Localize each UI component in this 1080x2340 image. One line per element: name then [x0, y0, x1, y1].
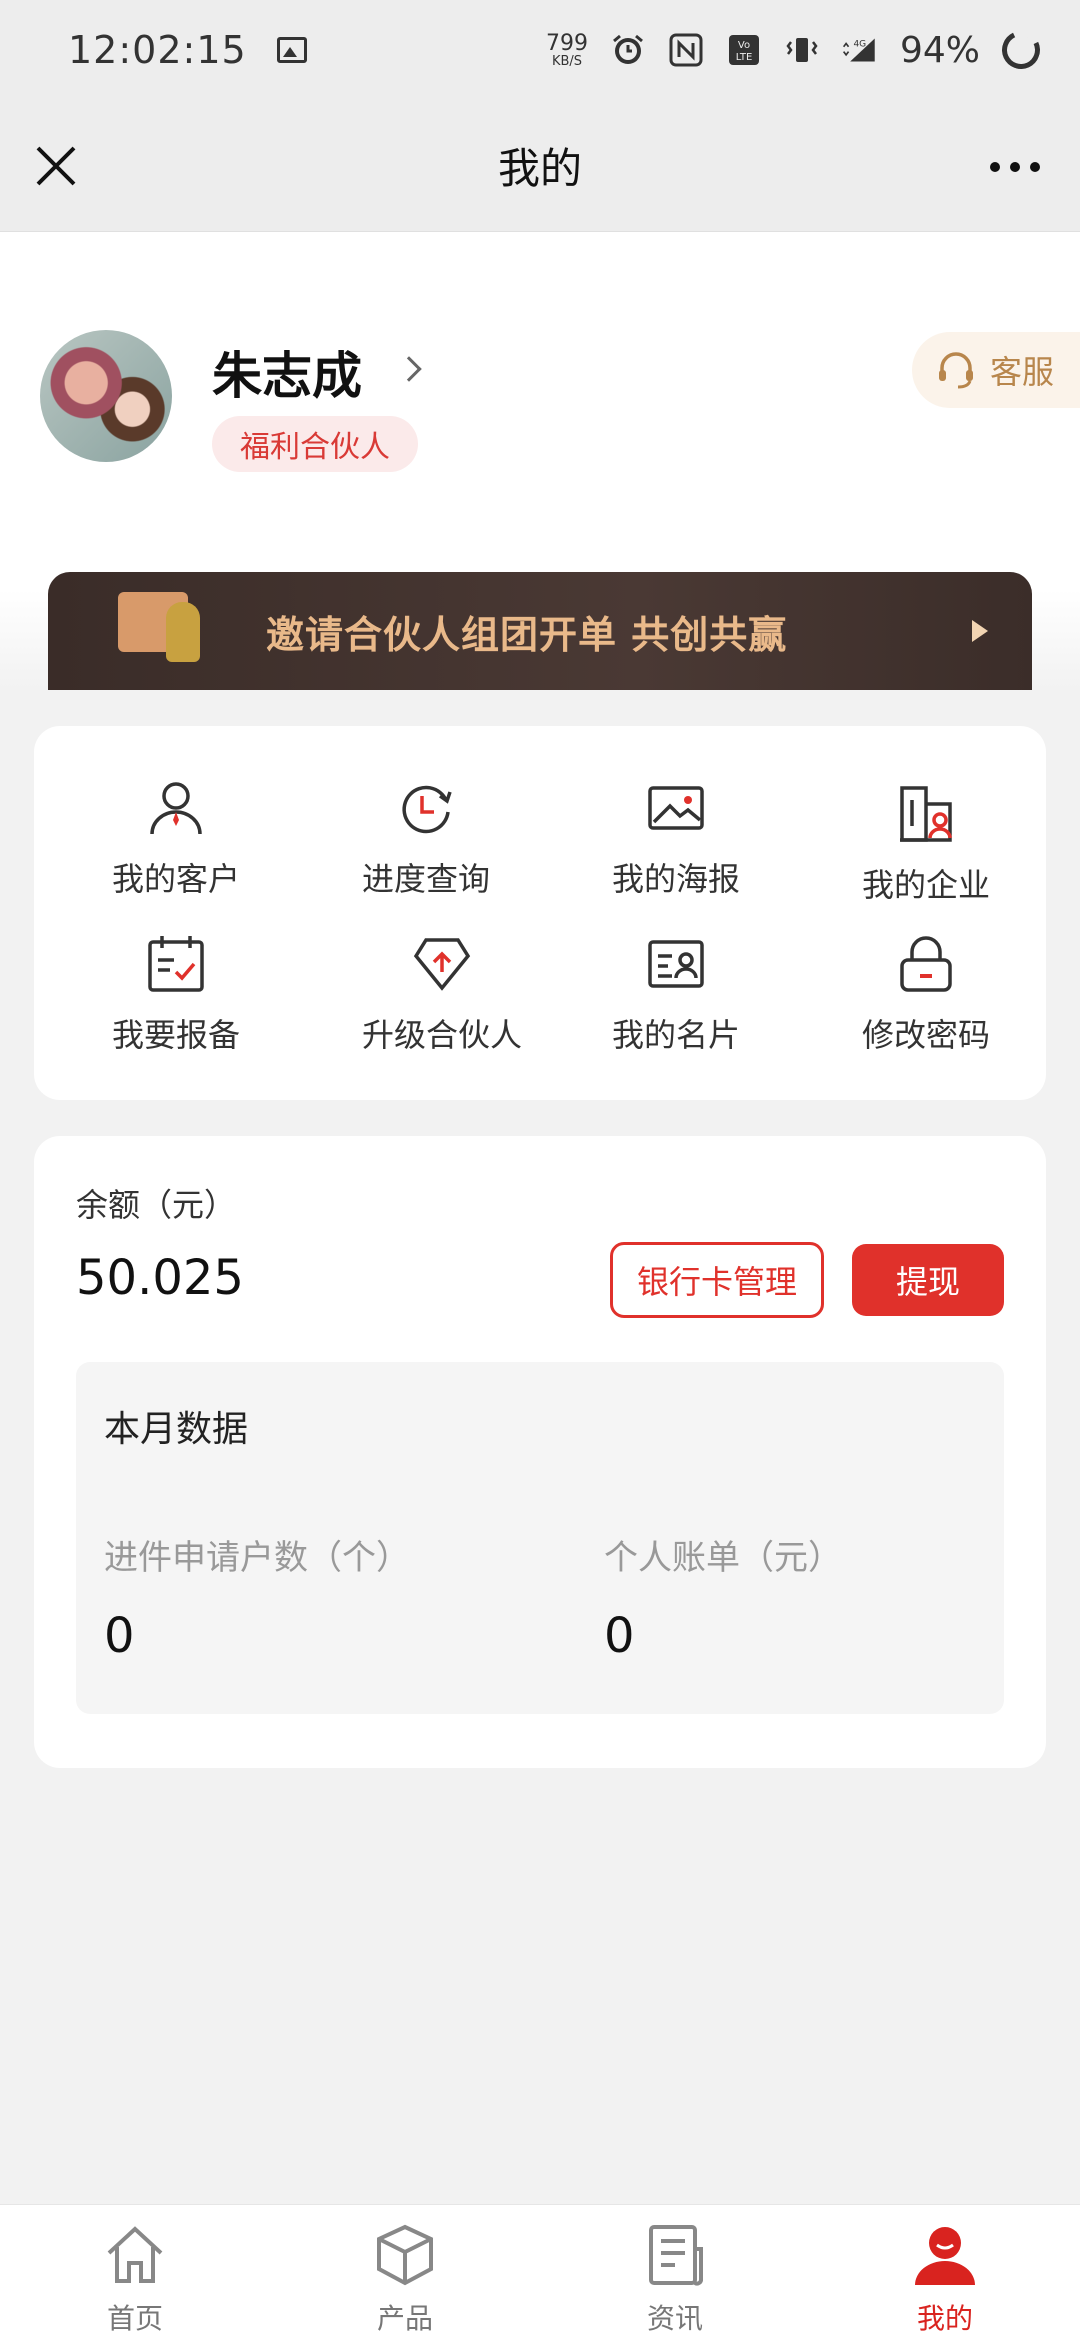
- monthly-data-title: 本月数据: [104, 1409, 249, 1450]
- nav-bar: 我的: [0, 100, 1080, 232]
- menu-item-progress-query[interactable]: 进度查询: [306, 776, 546, 900]
- banner-illustration: [106, 572, 236, 690]
- customer-icon: [150, 782, 202, 835]
- tab-products[interactable]: 产品: [270, 2205, 540, 2340]
- menu-label: 我的海报: [611, 860, 740, 898]
- avatar[interactable]: [40, 330, 172, 462]
- balance-amount: 50.025: [76, 1250, 244, 1306]
- home-icon: [107, 2226, 163, 2283]
- close-icon[interactable]: [34, 144, 78, 188]
- upgrade-icon: [413, 938, 471, 991]
- vibrate-icon: [784, 32, 820, 68]
- nfc-icon: [668, 32, 704, 68]
- banner-text: 邀请合伙人组团开单 共创共赢: [266, 612, 788, 657]
- status-indicators: 799 KB/S Vo LTE 4G 94%: [545, 25, 1046, 75]
- invite-partner-banner[interactable]: 邀请合伙人组团开单 共创共赢: [48, 572, 1032, 690]
- bottom-tab-bar: 首页 产品 资讯 我的: [0, 2204, 1080, 2340]
- menu-item-my-enterprise[interactable]: 我的企业: [806, 776, 1046, 906]
- chevron-right-icon[interactable]: [396, 356, 422, 382]
- business-card-icon: [648, 940, 704, 988]
- signal-icon: 4G: [842, 32, 878, 68]
- tab-label: 首页: [106, 2302, 163, 2335]
- monthly-data-panel: 本月数据 进件申请户数（个） 0 个人账单（元） 0: [76, 1362, 1004, 1714]
- menu-label: 我要报备: [111, 1016, 240, 1054]
- clock-icon: [402, 785, 452, 834]
- menu-label: 进度查询: [361, 860, 490, 898]
- tab-label: 资讯: [646, 2302, 703, 2335]
- more-icon[interactable]: [990, 162, 1040, 172]
- svg-text:LTE: LTE: [736, 52, 753, 63]
- tab-label: 我的: [916, 2302, 973, 2335]
- role-badge: 福利合伙人: [212, 416, 418, 472]
- network-type: 4G: [853, 40, 866, 50]
- feature-menu-card: 我的客户 进度查询 我的海报 我的企业 我要报备 升级合伙人 我的名片 修改密码: [34, 726, 1046, 1100]
- customer-service-button[interactable]: 客服: [912, 332, 1080, 408]
- volte-icon: Vo LTE: [726, 32, 762, 68]
- menu-label: 修改密码: [861, 1016, 990, 1054]
- user-name[interactable]: 朱志成: [212, 336, 362, 408]
- enterprise-icon: [900, 786, 952, 842]
- menu-item-change-password[interactable]: 修改密码: [806, 932, 1046, 1056]
- menu-item-my-customers[interactable]: 我的客户: [56, 776, 296, 900]
- status-bar: 12:02:15 799 KB/S Vo LTE 4G 94%: [0, 0, 1080, 100]
- menu-item-business-card[interactable]: 我的名片: [556, 932, 796, 1056]
- bank-card-management-button[interactable]: 银行卡管理: [610, 1242, 824, 1318]
- profile-icon: [915, 2227, 975, 2285]
- network-speed-unit: KB/S: [551, 53, 583, 69]
- tab-label: 产品: [376, 2302, 433, 2335]
- personal-bill-label: 个人账单（元）: [604, 1538, 842, 1578]
- menu-label: 升级合伙人: [361, 1016, 522, 1054]
- lock-icon: [900, 936, 952, 992]
- network-speed-value: 799: [545, 30, 588, 56]
- menu-label: 我的名片: [611, 1016, 740, 1054]
- menu-item-upgrade-partner[interactable]: 升级合伙人: [328, 932, 556, 1056]
- applications-count-value: 0: [104, 1608, 135, 1664]
- menu-label: 我的客户: [111, 860, 240, 898]
- svg-text:Vo: Vo: [738, 40, 750, 51]
- calendar-check-icon: [148, 936, 204, 992]
- headset-icon: [939, 352, 973, 389]
- menu-label: 我的企业: [861, 866, 990, 904]
- network-speed: 799 KB/S: [545, 30, 588, 69]
- personal-bill-value: 0: [604, 1608, 635, 1664]
- applications-count-label: 进件申请户数（个）: [104, 1538, 410, 1578]
- balance-label: 余额（元）: [76, 1186, 237, 1224]
- customer-service-label: 客服: [990, 353, 1055, 391]
- tab-home[interactable]: 首页: [0, 2205, 270, 2340]
- news-icon: [649, 2225, 703, 2286]
- menu-item-report[interactable]: 我要报备: [56, 932, 296, 1056]
- play-arrow-icon: [972, 620, 988, 642]
- tab-mine[interactable]: 我的: [810, 2205, 1080, 2340]
- balance-card: 余额（元） 50.025 银行卡管理 提现 本月数据 进件申请户数（个） 0 个…: [34, 1136, 1046, 1768]
- battery-icon: [996, 25, 1046, 75]
- tab-news[interactable]: 资讯: [540, 2205, 810, 2340]
- box-icon: [377, 2224, 433, 2286]
- menu-item-my-poster[interactable]: 我的海报: [556, 776, 796, 900]
- gallery-notification-icon: [276, 37, 307, 63]
- page-title: 我的: [497, 144, 582, 193]
- profile-header: 朱志成 福利合伙人 客服 邀请合伙人组团开单 共创共赢: [0, 232, 1080, 690]
- battery-percent: 94%: [899, 29, 980, 71]
- image-icon: [648, 786, 704, 830]
- alarm-icon: [610, 32, 646, 68]
- withdraw-button[interactable]: 提现: [852, 1244, 1004, 1316]
- status-time: 12:02:15: [68, 28, 247, 72]
